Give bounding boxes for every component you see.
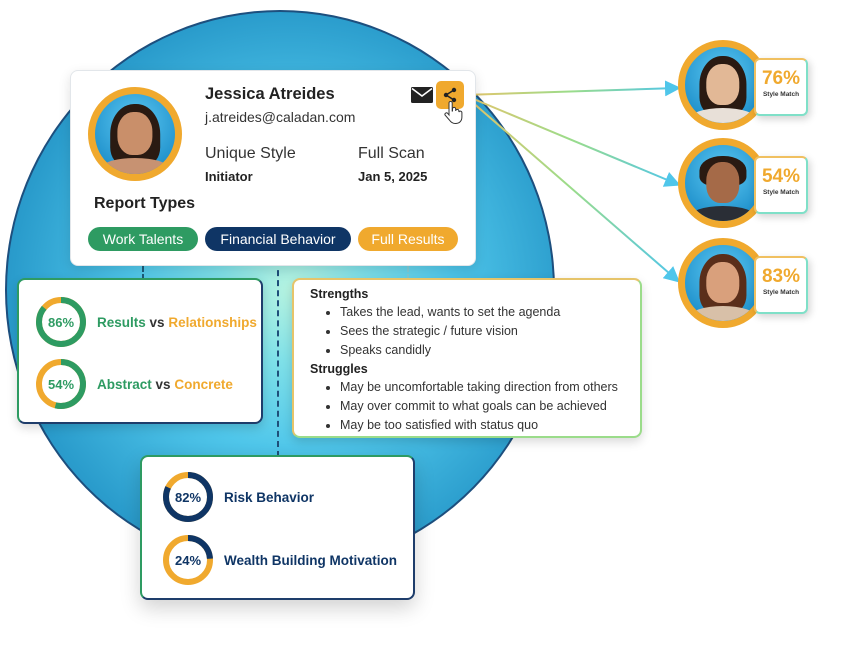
style-match-badge: 76% Style Match: [754, 58, 808, 116]
style-match-badge: 83% Style Match: [754, 256, 808, 314]
work-talent-label: Results vs Relationships: [97, 315, 257, 330]
match-label: Style Match: [762, 91, 800, 98]
struggle-item: May be uncomfortable taking direction fr…: [340, 378, 624, 397]
financial-behavior-card: 82% Risk Behavior 24% Wealth Building Mo…: [140, 455, 415, 600]
donut-percent: 86%: [47, 314, 75, 330]
full-scan-label: Full Scan: [358, 145, 425, 162]
label-right: Concrete: [174, 376, 233, 392]
connector-financial-behavior: [277, 250, 279, 457]
envelope-icon[interactable]: [411, 87, 433, 103]
label-left: Abstract: [97, 376, 152, 392]
strength-item: Sees the strategic / future vision: [340, 322, 624, 341]
full-results-card: Strengths Takes the lead, wants to set t…: [292, 278, 642, 438]
work-talent-row: 54% Abstract vs Concrete: [35, 358, 233, 410]
report-type-full-results[interactable]: Full Results: [358, 227, 458, 251]
donut-percent: 54%: [47, 376, 75, 392]
full-scan-value: Jan 5, 2025: [358, 169, 428, 184]
strengths-heading: Strengths: [310, 287, 369, 301]
work-talents-card: 86% Results vs Relationships 54% Abstrac…: [17, 278, 263, 424]
struggle-item: May over commit to what goals can be ach…: [340, 397, 624, 416]
hand-pointer-icon: [444, 101, 463, 125]
strength-item: Takes the lead, wants to set the agenda: [340, 303, 624, 322]
report-types-heading: Report Types: [94, 195, 196, 212]
donut-percent: 82%: [174, 489, 202, 505]
financial-row: 82% Risk Behavior: [162, 471, 314, 523]
connector-line-match-1: [463, 80, 681, 97]
financial-label: Risk Behavior: [224, 489, 315, 505]
donut-chart: 86%: [35, 296, 87, 348]
struggle-item: May be too satisfied with status quo: [340, 416, 624, 435]
financial-label: Wealth Building Motivation: [224, 552, 397, 568]
profile-name: Jessica Atreides: [205, 85, 335, 103]
financial-row: 24% Wealth Building Motivation: [162, 534, 397, 586]
donut-chart: 54%: [35, 358, 87, 410]
label-right: Relationships: [168, 314, 257, 330]
unique-style-value: Initiator: [205, 169, 253, 184]
match-percent: 54%: [761, 166, 801, 187]
strength-item: Speaks candidly: [340, 341, 624, 360]
label-vs: vs: [149, 314, 165, 330]
match-label: Style Match: [762, 189, 800, 196]
match-percent: 76%: [761, 68, 801, 89]
connector-line-match-3: [463, 94, 681, 283]
unique-style-label: Unique Style: [205, 145, 296, 162]
label-left: Results: [97, 314, 146, 330]
strengths-list: Takes the lead, wants to set the agenda …: [310, 303, 624, 360]
profile-email[interactable]: j.atreides@caladan.com: [205, 109, 355, 125]
profile-card: Jessica Atreides j.atreides@caladan.com …: [70, 70, 476, 266]
donut-chart: 82%: [162, 471, 214, 523]
work-talent-row: 86% Results vs Relationships: [35, 296, 257, 348]
donut-percent: 24%: [174, 552, 202, 568]
label-vs: vs: [155, 376, 171, 392]
donut-chart: 24%: [162, 534, 214, 586]
style-match-badge: 54% Style Match: [754, 156, 808, 214]
report-type-work-talents[interactable]: Work Talents: [88, 227, 198, 251]
connector-line-match-2: [463, 94, 681, 187]
match-label: Style Match: [762, 289, 800, 296]
work-talent-label: Abstract vs Concrete: [97, 377, 233, 392]
struggles-heading: Struggles: [310, 362, 368, 376]
profile-avatar: [88, 87, 182, 181]
report-type-financial-behavior[interactable]: Financial Behavior: [205, 227, 351, 251]
struggles-list: May be uncomfortable taking direction fr…: [310, 378, 624, 435]
match-percent: 83%: [761, 266, 801, 287]
